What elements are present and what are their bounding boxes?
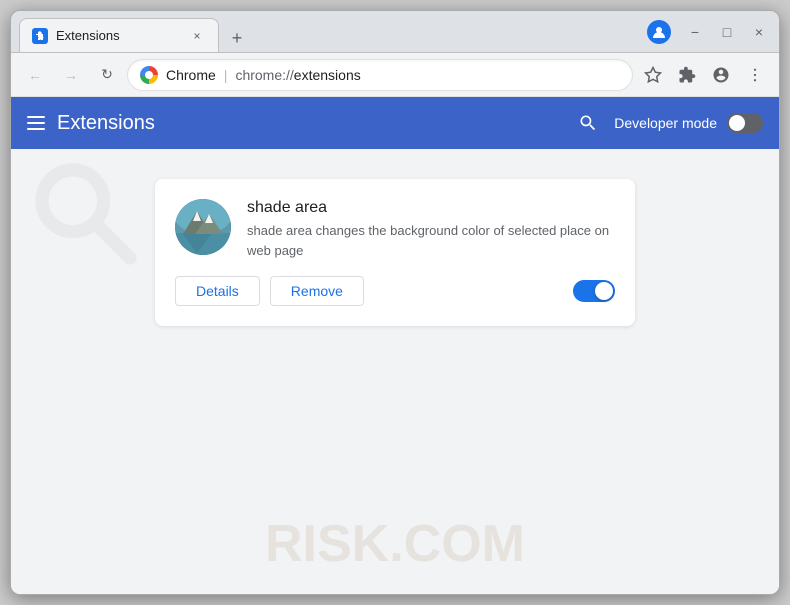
- extension-card-header: shade area shade area changes the backgr…: [175, 199, 615, 260]
- address-site-name: Chrome: [166, 67, 216, 83]
- developer-mode-toggle[interactable]: [727, 113, 763, 133]
- tab-favicon: [32, 28, 48, 44]
- menu-button[interactable]: [739, 59, 771, 91]
- magnifier-watermark-icon: [31, 159, 141, 269]
- hamburger-line-3: [27, 128, 45, 130]
- extension-toggle-knob: [595, 282, 613, 300]
- extension-card-footer: Details Remove: [175, 276, 615, 306]
- tab-title: Extensions: [56, 28, 180, 43]
- watermark-text: RISK.COM: [265, 514, 525, 574]
- extension-card: shade area shade area changes the backgr…: [155, 179, 635, 326]
- new-tab-button[interactable]: +: [223, 24, 251, 52]
- profile-icon: [647, 20, 671, 44]
- url-path: extensions: [294, 67, 361, 83]
- address-url: chrome://extensions: [235, 67, 360, 83]
- watermark-magnifier: [31, 159, 141, 274]
- extension-enabled-toggle[interactable]: [573, 280, 615, 302]
- developer-mode-label: Developer mode: [614, 115, 717, 131]
- profile-button[interactable]: [705, 59, 737, 91]
- more-vert-icon: [746, 66, 764, 84]
- back-button[interactable]: ←: [19, 59, 51, 91]
- extension-info: shade area shade area changes the backgr…: [247, 199, 615, 260]
- extension-icon-image: [175, 199, 231, 255]
- tab-close-btn[interactable]: ×: [188, 27, 206, 45]
- close-button[interactable]: ×: [747, 20, 771, 44]
- maximize-button[interactable]: □: [715, 20, 739, 44]
- extension-description: shade area changes the background color …: [247, 221, 615, 260]
- address-bar[interactable]: Chrome | chrome://extensions: [127, 59, 633, 91]
- hamburger-line-1: [27, 116, 45, 118]
- extensions-button[interactable]: [671, 59, 703, 91]
- extensions-header: Extensions Developer mode: [11, 97, 779, 149]
- chrome-logo-icon: [140, 66, 158, 84]
- remove-button[interactable]: Remove: [270, 276, 364, 306]
- extensions-page-title: Extensions: [57, 112, 560, 135]
- title-bar: Extensions × + − □ ×: [11, 11, 779, 53]
- extensions-icon: [678, 66, 696, 84]
- browser-window: Extensions × + − □ × ← → ↻ Chrome: [10, 10, 780, 595]
- extensions-content: RISK.COM: [11, 149, 779, 594]
- reload-button[interactable]: ↻: [91, 59, 123, 91]
- search-button[interactable]: [572, 107, 604, 139]
- tab-area: Extensions × +: [19, 11, 643, 52]
- active-tab[interactable]: Extensions ×: [19, 18, 219, 52]
- minimize-button[interactable]: −: [683, 20, 707, 44]
- hamburger-menu-button[interactable]: [27, 116, 45, 130]
- extension-name: shade area: [247, 199, 615, 217]
- forward-button[interactable]: →: [55, 59, 87, 91]
- extension-toggle-track[interactable]: [573, 280, 615, 302]
- star-icon: [644, 66, 662, 84]
- details-button[interactable]: Details: [175, 276, 260, 306]
- dev-mode-area: Developer mode: [572, 107, 763, 139]
- address-separator: |: [224, 67, 228, 83]
- url-scheme: chrome://: [235, 67, 293, 83]
- toggle-knob: [729, 115, 745, 131]
- profile-svg: [652, 25, 666, 39]
- puzzle-icon: [35, 31, 45, 41]
- profile-area: [643, 16, 675, 48]
- toolbar-actions: [637, 59, 771, 91]
- extension-icon: [175, 199, 231, 255]
- bookmark-button[interactable]: [637, 59, 669, 91]
- window-controls: − □ ×: [683, 20, 771, 44]
- browser-toolbar: ← → ↻ Chrome | chrome://extensions: [11, 53, 779, 97]
- search-icon: [578, 113, 598, 133]
- account-icon: [712, 66, 730, 84]
- hamburger-line-2: [27, 122, 45, 124]
